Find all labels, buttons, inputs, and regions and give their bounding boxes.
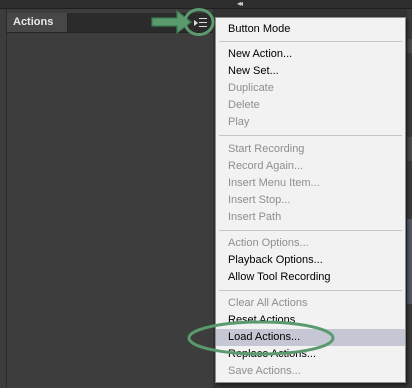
menu-item-insert-path: Insert Path [228, 211, 282, 223]
side-panel-segment [407, 39, 412, 53]
actions-panel: Actions [6, 9, 213, 388]
menu-item-insert-stop: Insert Stop... [228, 194, 291, 206]
menu-item-button-mode[interactable]: Button Mode [216, 21, 405, 38]
menu-item-clear-all-actions: Clear All Actions [228, 297, 308, 309]
collapse-panels-icon[interactable]: ◂◂ [237, 0, 243, 8]
menu-item-insert-menu-item: Insert Menu Item... [228, 177, 320, 189]
side-panel-segment [407, 137, 412, 161]
menu-separator [219, 41, 402, 42]
green-ellipse-highlight [183, 8, 215, 36]
side-panel-segment [407, 219, 412, 304]
menu-item-playback-options[interactable]: Playback Options... [216, 252, 405, 269]
green-ellipse-highlight [187, 320, 335, 356]
tab-actions[interactable]: Actions [7, 13, 69, 32]
menu-item-delete: Delete [228, 99, 260, 111]
menu-item-new-action[interactable]: New Action... [216, 46, 405, 63]
menu-item-play: Play [228, 116, 250, 128]
menu-item-allow-tool-recording[interactable]: Allow Tool Recording [216, 269, 405, 286]
menu-separator [219, 230, 402, 231]
menu-item-action-options: Action Options... [228, 237, 309, 249]
menu-item-new-set[interactable]: New Set... [216, 63, 405, 80]
menu-item-save-actions: Save Actions... [228, 365, 301, 377]
menu-item-duplicate: Duplicate [228, 82, 274, 94]
menu-separator [219, 290, 402, 291]
menu-item-record-again: Record Again... [228, 160, 304, 172]
side-panel-edge [407, 9, 412, 388]
menu-separator [219, 135, 402, 136]
menu-item-start-recording: Start Recording [228, 143, 305, 155]
